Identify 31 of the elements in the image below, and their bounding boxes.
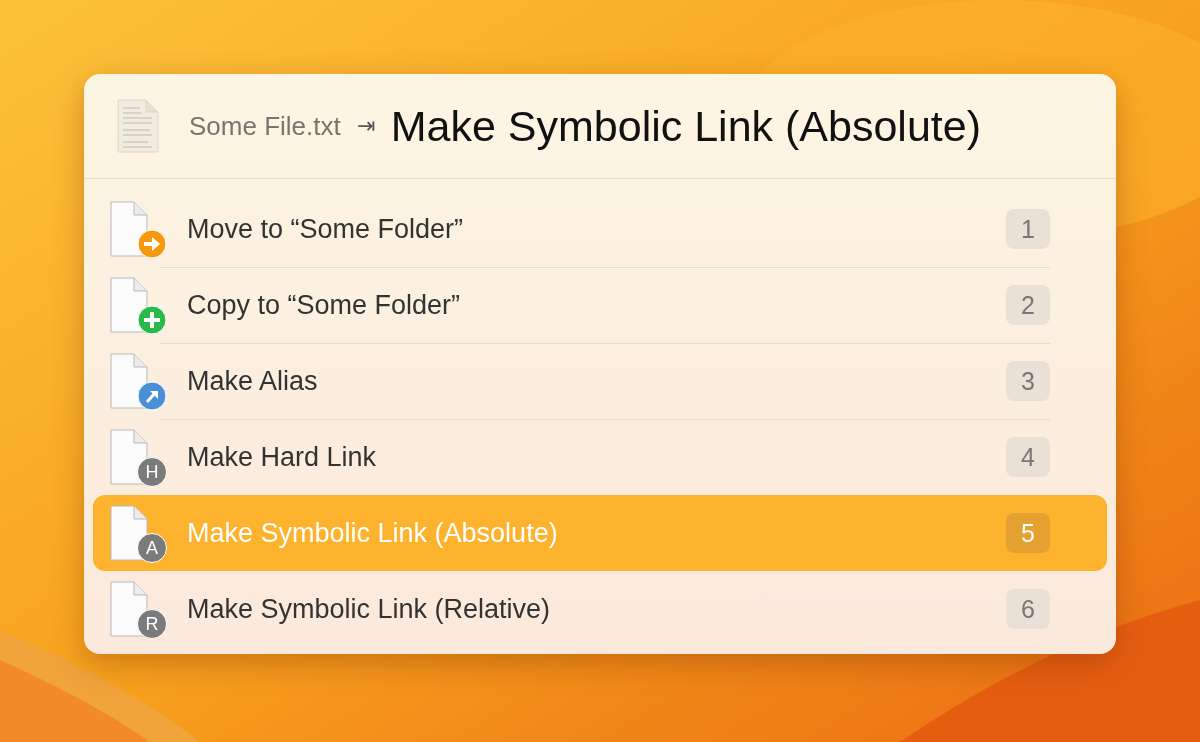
letter-badge-icon: R xyxy=(137,609,167,639)
action-label: Copy to “Some Folder” xyxy=(187,289,462,321)
action-item[interactable]: Make Alias 3 xyxy=(93,343,1107,419)
action-item[interactable]: H Make Hard Link 4 xyxy=(93,419,1107,495)
document-icon xyxy=(110,505,148,561)
shortcut-key: 6 xyxy=(1006,589,1050,629)
document-icon xyxy=(110,277,148,333)
document-icon xyxy=(110,201,148,257)
shortcut-key: 1 xyxy=(1006,209,1050,249)
letter-badge-icon: H xyxy=(137,457,167,487)
document-icon xyxy=(110,429,148,485)
command-title: Make Symbolic Link (Absolute) xyxy=(390,101,981,151)
document-icon xyxy=(110,581,148,637)
action-item[interactable]: Move to “Some Folder” 1 xyxy=(93,191,1107,267)
shortcut-key: 5 xyxy=(1006,513,1050,553)
shortcut-key: 3 xyxy=(1006,361,1050,401)
action-item[interactable]: A Make Symbolic Link (Absolute) 5 xyxy=(93,495,1107,571)
action-item[interactable]: R Make Symbolic Link (Relative) 6 xyxy=(93,571,1107,647)
letter-badge-icon: A xyxy=(137,533,167,563)
shortcut-key: 2 xyxy=(1006,285,1050,325)
action-label: Make Alias xyxy=(187,365,319,397)
action-label: Make Symbolic Link (Absolute) xyxy=(187,517,559,549)
shortcut-key: 4 xyxy=(1006,437,1050,477)
document-icon xyxy=(110,353,148,409)
action-label: Make Hard Link xyxy=(187,441,378,473)
action-label: Make Symbolic Link (Relative) xyxy=(187,593,552,625)
action-label: Move to “Some Folder” xyxy=(187,213,465,245)
text-document-icon xyxy=(116,98,160,154)
file-name: Some File.txt xyxy=(189,110,341,142)
action-item[interactable]: Copy to “Some Folder” 2 xyxy=(93,267,1107,343)
tab-arrow-icon: ⇥ xyxy=(356,113,375,139)
